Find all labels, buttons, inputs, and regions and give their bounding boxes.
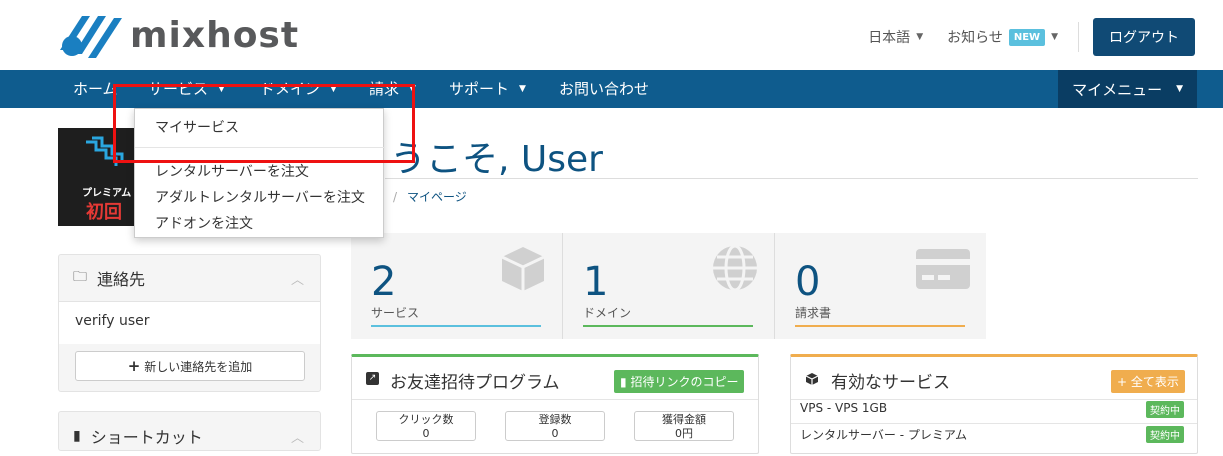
divider <box>1078 22 1079 52</box>
status-badge: 契約中 <box>1146 426 1184 443</box>
stat-bar <box>795 325 965 327</box>
contacts-panel: 🗀 連絡先 ︿ verify user + 新しい連絡先を追加 <box>58 254 321 392</box>
mixhost-logo-icon <box>60 16 122 58</box>
my-menu-label: マイメニュー <box>1072 80 1163 99</box>
my-menu[interactable]: マイメニュー ▼ <box>1058 70 1197 108</box>
new-badge: NEW <box>1008 28 1046 46</box>
menu-item-order-addon[interactable]: アドオンを注文 <box>155 213 253 233</box>
language-selector[interactable]: 日本語 ▼ <box>868 27 923 47</box>
service-name: レンタルサーバー - プレミアム <box>800 428 968 442</box>
service-name: VPS - VPS 1GB <box>800 401 888 415</box>
metric-value: 0 <box>551 427 559 440</box>
metric-value: 0円 <box>675 427 693 440</box>
divider <box>791 423 1197 424</box>
stat-value: 0 <box>795 259 821 305</box>
copy-referral-link-button[interactable]: ▮ 招待リンクのコピー <box>614 370 745 393</box>
nav-home[interactable]: ホーム <box>73 70 118 108</box>
bookmark-icon: ▮ <box>73 428 81 444</box>
stat-value: 1 <box>583 259 609 305</box>
nav-support[interactable]: サポート ▼ <box>449 70 526 108</box>
breadcrumb-current[interactable]: マイページ <box>407 190 467 204</box>
view-all-label: 全て表示 <box>1130 375 1179 389</box>
nav-label: サポート <box>449 80 510 98</box>
clipboard-icon: ▮ <box>620 375 627 389</box>
referral-header: ↗ お友達招待プログラム ▮ 招待リンクのコピー <box>352 357 758 401</box>
metric-earnings: 獲得金額 0円 <box>634 411 734 441</box>
plus-icon: + <box>127 357 141 375</box>
chevron-down-icon: ▼ <box>916 32 924 42</box>
stat-invoices[interactable]: 0 請求書 <box>775 233 986 339</box>
menu-item-order-adult-rental-server[interactable]: アダルトレンタルサーバーを注文 <box>155 187 365 207</box>
contacts-title: 連絡先 <box>97 270 146 289</box>
box-icon <box>501 247 545 291</box>
nav-label: ホーム <box>73 80 118 98</box>
stat-label: ドメイン <box>583 306 632 320</box>
chevron-down-icon: ▼ <box>519 84 526 94</box>
nav-label: お問い合わせ <box>559 80 650 98</box>
referral-title: お友達招待プログラム <box>390 373 560 393</box>
breadcrumb: / マイページ <box>393 188 467 205</box>
add-contact-button[interactable]: + 新しい連絡先を追加 <box>75 351 305 381</box>
stat-bar <box>371 325 541 327</box>
credit-card-icon <box>916 249 970 289</box>
page-title: うこそ, User <box>390 139 603 180</box>
logo-text: mixhost <box>130 14 300 56</box>
language-label: 日本語 <box>868 30 911 46</box>
share-icon: ↗ <box>366 372 379 385</box>
view-all-button[interactable]: + 全て表示 <box>1111 370 1185 393</box>
service-row[interactable]: VPS - VPS 1GB 契約中 <box>800 401 1198 418</box>
stat-domains[interactable]: 1 ドメイン <box>563 233 774 339</box>
stat-label: 請求書 <box>795 306 832 320</box>
metric-signups: 登録数 0 <box>505 411 605 441</box>
status-badge: 契約中 <box>1146 401 1184 418</box>
nav-contact[interactable]: お問い合わせ <box>559 70 649 108</box>
breadcrumb-separator: / <box>393 190 398 204</box>
divider <box>791 399 1197 400</box>
metric-label: 獲得金額 <box>662 413 706 426</box>
stat-value: 2 <box>371 259 397 305</box>
copy-referral-label: 招待リンクのコピー <box>630 375 739 389</box>
logout-button[interactable]: ログアウト <box>1093 18 1195 56</box>
shortcut-panel: ▮ ショートカット ︿ <box>58 411 321 451</box>
metric-clicks: クリック数 0 <box>376 411 476 441</box>
metric-label: クリック数 <box>398 413 454 426</box>
stat-label: サービス <box>371 306 420 320</box>
notices-menu[interactable]: お知らせ NEW ▼ <box>947 27 1058 47</box>
top-header: mixhost 日本語 ▼ お知らせ NEW ▼ ログアウト <box>0 0 1223 70</box>
add-contact-label: 新しい連絡先を追加 <box>144 359 253 374</box>
cube-icon <box>805 373 819 385</box>
folder-icon: 🗀 <box>73 269 87 285</box>
shortcut-title: ショートカット <box>90 428 203 447</box>
menu-item-order-rental-server[interactable]: レンタルサーバーを注文 <box>155 161 309 181</box>
contacts-panel-header[interactable]: 🗀 連絡先 ︿ <box>59 255 320 301</box>
chevron-down-icon: ▼ <box>1051 32 1058 42</box>
logo[interactable]: mixhost <box>58 10 299 60</box>
metric-label: 登録数 <box>538 413 572 426</box>
chevron-up-icon: ︿ <box>290 272 304 288</box>
notices-label: お知らせ <box>947 30 1003 46</box>
stats-row: 2 サービス 1 ドメイン 0 請求書 <box>351 233 986 339</box>
chevron-down-icon: ▼ <box>1176 84 1183 94</box>
banner-line2: 初回 <box>86 202 122 223</box>
highlight-box <box>113 84 415 163</box>
metric-value: 0 <box>422 427 430 440</box>
stat-bar <box>583 325 753 327</box>
stat-services[interactable]: 2 サービス <box>351 233 562 339</box>
globe-icon <box>713 244 757 292</box>
active-services-title: 有効なサービス <box>831 373 950 393</box>
service-row[interactable]: レンタルサーバー - プレミアム 契約中 <box>800 426 1198 443</box>
active-services-header: 有効なサービス + 全て表示 <box>791 357 1197 401</box>
shortcut-panel-header[interactable]: ▮ ショートカット ︿ <box>59 416 320 456</box>
divider <box>352 399 758 400</box>
banner-line1: プレミアム <box>82 188 132 199</box>
title-divider <box>385 178 1198 179</box>
contact-user[interactable]: verify user <box>75 313 150 329</box>
plus-icon: + <box>1117 375 1128 389</box>
